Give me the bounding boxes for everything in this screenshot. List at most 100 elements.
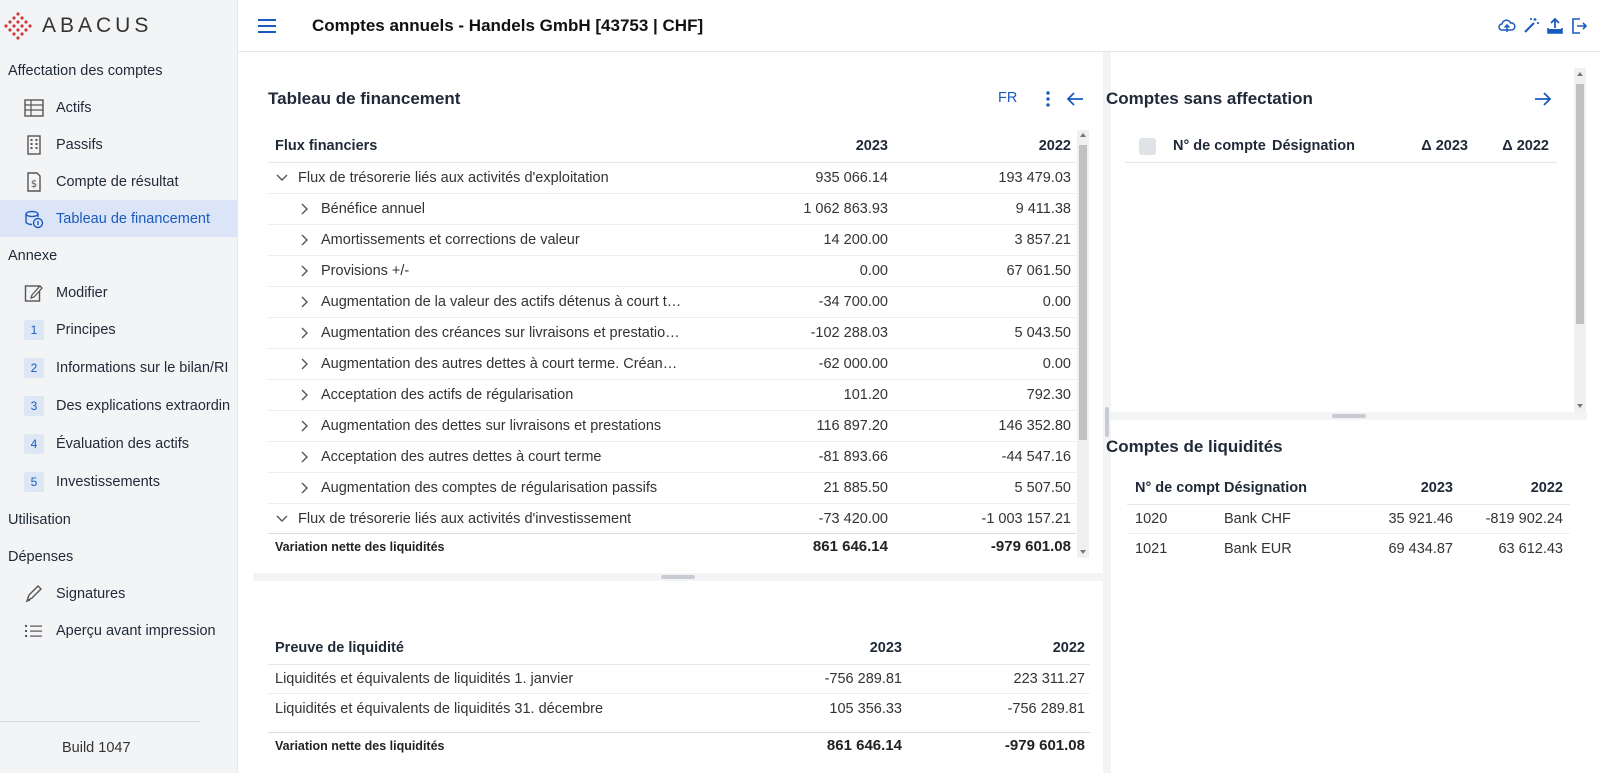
table-row[interactable]: Augmentation des créances sur livraisons… (268, 318, 1076, 349)
table-row[interactable]: Bénéfice annuel 1 062 863.93 9 411.38 (268, 194, 1076, 225)
table-row[interactable]: Liquidités et équivalents de liquidités … (268, 694, 1090, 723)
chevron-right-icon[interactable] (298, 264, 312, 278)
table-row[interactable]: Acceptation des autres dettes à court te… (268, 442, 1076, 473)
sidebar-item-explications[interactable]: 3 Des explications extraordin (0, 387, 237, 425)
column-header-numero[interactable]: N° de compte (1173, 138, 1268, 154)
arrow-left-icon[interactable] (1066, 91, 1084, 107)
document-dollar-icon: $ (24, 171, 44, 192)
number-badge: 1 (24, 320, 44, 340)
magic-wand-icon[interactable] (1522, 17, 1540, 35)
chevron-right-icon[interactable] (298, 388, 312, 402)
language-selector[interactable]: FR (998, 90, 1017, 106)
chevron-right-icon[interactable] (298, 481, 312, 495)
table-total-row: Variation nette des liquidités 861 646.1… (268, 732, 1090, 758)
chevron-right-icon[interactable] (298, 295, 312, 309)
value-2022: 0.00 (1042, 294, 1071, 310)
chevron-right-icon[interactable] (298, 202, 312, 216)
table-row[interactable]: Augmentation des dettes sur livraisons e… (268, 411, 1076, 442)
column-header-2023[interactable]: 2023 (1340, 480, 1453, 496)
sidebar: ABACUS Affectation des comptes Actifs Pa… (0, 0, 238, 773)
row-label: Liquidités et équivalents de liquidités … (275, 671, 574, 687)
chevron-right-icon[interactable] (298, 326, 312, 340)
total-label: Variation nette des liquidités (275, 539, 445, 554)
column-header-designation[interactable]: Désignation (1220, 480, 1340, 496)
upload-icon[interactable] (1546, 17, 1564, 35)
value-2023: -34 700.00 (818, 294, 888, 310)
column-header-delta-2022[interactable]: Δ 2022 (1468, 138, 1556, 154)
splitter-vertical[interactable] (1103, 52, 1111, 773)
column-header-delta-2023[interactable]: Δ 2023 (1388, 138, 1468, 154)
nav-section-depenses[interactable]: Dépenses (0, 538, 237, 575)
cloud-upload-icon[interactable] (1498, 17, 1516, 35)
column-header-flux[interactable]: Flux financiers (268, 138, 703, 154)
column-header-2023[interactable]: 2023 (717, 640, 907, 656)
table-row[interactable]: 1021 Bank EUR 69 434.87 63 612.43 (1127, 534, 1570, 563)
account-designation: Bank EUR (1224, 540, 1292, 557)
splitter-right-horizontal[interactable] (1111, 412, 1587, 420)
more-vertical-icon[interactable] (1045, 90, 1051, 108)
sidebar-item-passifs[interactable]: Passifs (0, 126, 237, 163)
sidebar-item-informations-bilan[interactable]: 2 Informations sur le bilan/RI (0, 349, 237, 387)
sidebar-item-label: Compte de résultat (56, 173, 179, 190)
column-header-designation[interactable]: Désignation (1268, 138, 1388, 154)
table-row[interactable]: Augmentation des autres dettes à court t… (268, 349, 1076, 380)
liquidites-title: Comptes de liquidités (1106, 437, 1283, 456)
chevron-right-icon[interactable] (298, 450, 312, 464)
table-row[interactable]: Augmentation de la valeur des actifs dét… (268, 287, 1076, 318)
scroll-up-icon[interactable] (1577, 72, 1583, 76)
column-header-2023[interactable]: 2023 (703, 138, 893, 154)
nav-section-utilisation[interactable]: Utilisation (0, 501, 237, 538)
table-row[interactable]: Provisions +/- 0.00 67 061.50 (268, 256, 1076, 287)
hamburger-menu-icon[interactable] (258, 18, 276, 33)
sidebar-item-principes[interactable]: 1 Principes (0, 311, 237, 349)
row-label: Augmentation des autres dettes à court t… (321, 356, 678, 372)
select-all-checkbox[interactable] (1139, 137, 1156, 155)
scroll-thumb[interactable] (1079, 145, 1087, 440)
column-header-preuve[interactable]: Preuve de liquidité (268, 640, 717, 656)
value-2023: 935 066.14 (815, 170, 888, 186)
scroll-down-icon[interactable] (1577, 404, 1583, 408)
chevron-right-icon[interactable] (298, 419, 312, 433)
column-header-2022[interactable]: 2022 (1453, 480, 1563, 496)
column-header-2022[interactable]: 2022 (907, 640, 1090, 656)
sidebar-item-modifier[interactable]: Modifier (0, 274, 237, 311)
total-2022: -979 601.08 (1004, 737, 1085, 754)
sidebar-item-apercu[interactable]: Aperçu avant impression (0, 612, 237, 649)
building-icon (24, 134, 44, 155)
scroll-thumb[interactable] (1576, 84, 1584, 324)
number-badge: 4 (24, 434, 44, 454)
sidebar-item-signatures[interactable]: Signatures (0, 575, 237, 612)
chevron-down-icon[interactable] (275, 171, 289, 185)
financement-scrollbar[interactable] (1077, 130, 1089, 558)
scroll-up-icon[interactable] (1080, 133, 1086, 137)
column-header-2022[interactable]: 2022 (893, 138, 1076, 154)
table-row[interactable]: 1020 Bank CHF 35 921.46 -819 902.24 (1127, 505, 1570, 534)
table-row[interactable]: Acceptation des actifs de régularisation… (268, 380, 1076, 411)
sidebar-item-tableau-financement[interactable]: Tableau de financement (0, 200, 237, 237)
logout-icon[interactable] (1570, 17, 1588, 35)
column-header-numero[interactable]: N° de compte (1127, 480, 1220, 496)
table-row-group[interactable]: Flux de trésorerie liés aux activités d'… (268, 504, 1076, 533)
table-row-group[interactable]: Flux de trésorerie liés aux activités d'… (268, 163, 1076, 194)
sans-affectation-scrollbar[interactable] (1574, 68, 1586, 412)
scroll-down-icon[interactable] (1080, 550, 1086, 554)
chevron-right-icon[interactable] (298, 357, 312, 371)
sidebar-item-label: Aperçu avant impression (56, 622, 216, 639)
arrow-right-icon[interactable] (1534, 91, 1552, 107)
sans-affectation-header: N° de compte Désignation Δ 2023 Δ 2022 (1125, 130, 1557, 163)
row-label: Acceptation des actifs de régularisation (321, 387, 574, 403)
table-row[interactable]: Augmentation des comptes de régularisati… (268, 473, 1076, 504)
sidebar-item-compte-resultat[interactable]: $ Compte de résultat (0, 163, 237, 200)
chevron-right-icon[interactable] (298, 233, 312, 247)
sidebar-item-investissements[interactable]: 5 Investissements (0, 463, 237, 501)
table-row[interactable]: Liquidités et équivalents de liquidités … (268, 665, 1090, 694)
chevron-down-icon[interactable] (275, 512, 289, 526)
nav-section-affectation[interactable]: Affectation des comptes (0, 52, 237, 89)
nav-section-annexe[interactable]: Annexe (0, 237, 237, 274)
sidebar-item-label: Des explications extraordin (56, 398, 231, 414)
sidebar-item-evaluation-actifs[interactable]: 4 Évaluation des actifs (0, 425, 237, 463)
liquidites-panel: Comptes de liquidités (1106, 430, 1576, 457)
sidebar-item-actifs[interactable]: Actifs (0, 89, 237, 126)
splitter-horizontal[interactable] (253, 573, 1103, 581)
table-row[interactable]: Amortissements et corrections de valeur … (268, 225, 1076, 256)
